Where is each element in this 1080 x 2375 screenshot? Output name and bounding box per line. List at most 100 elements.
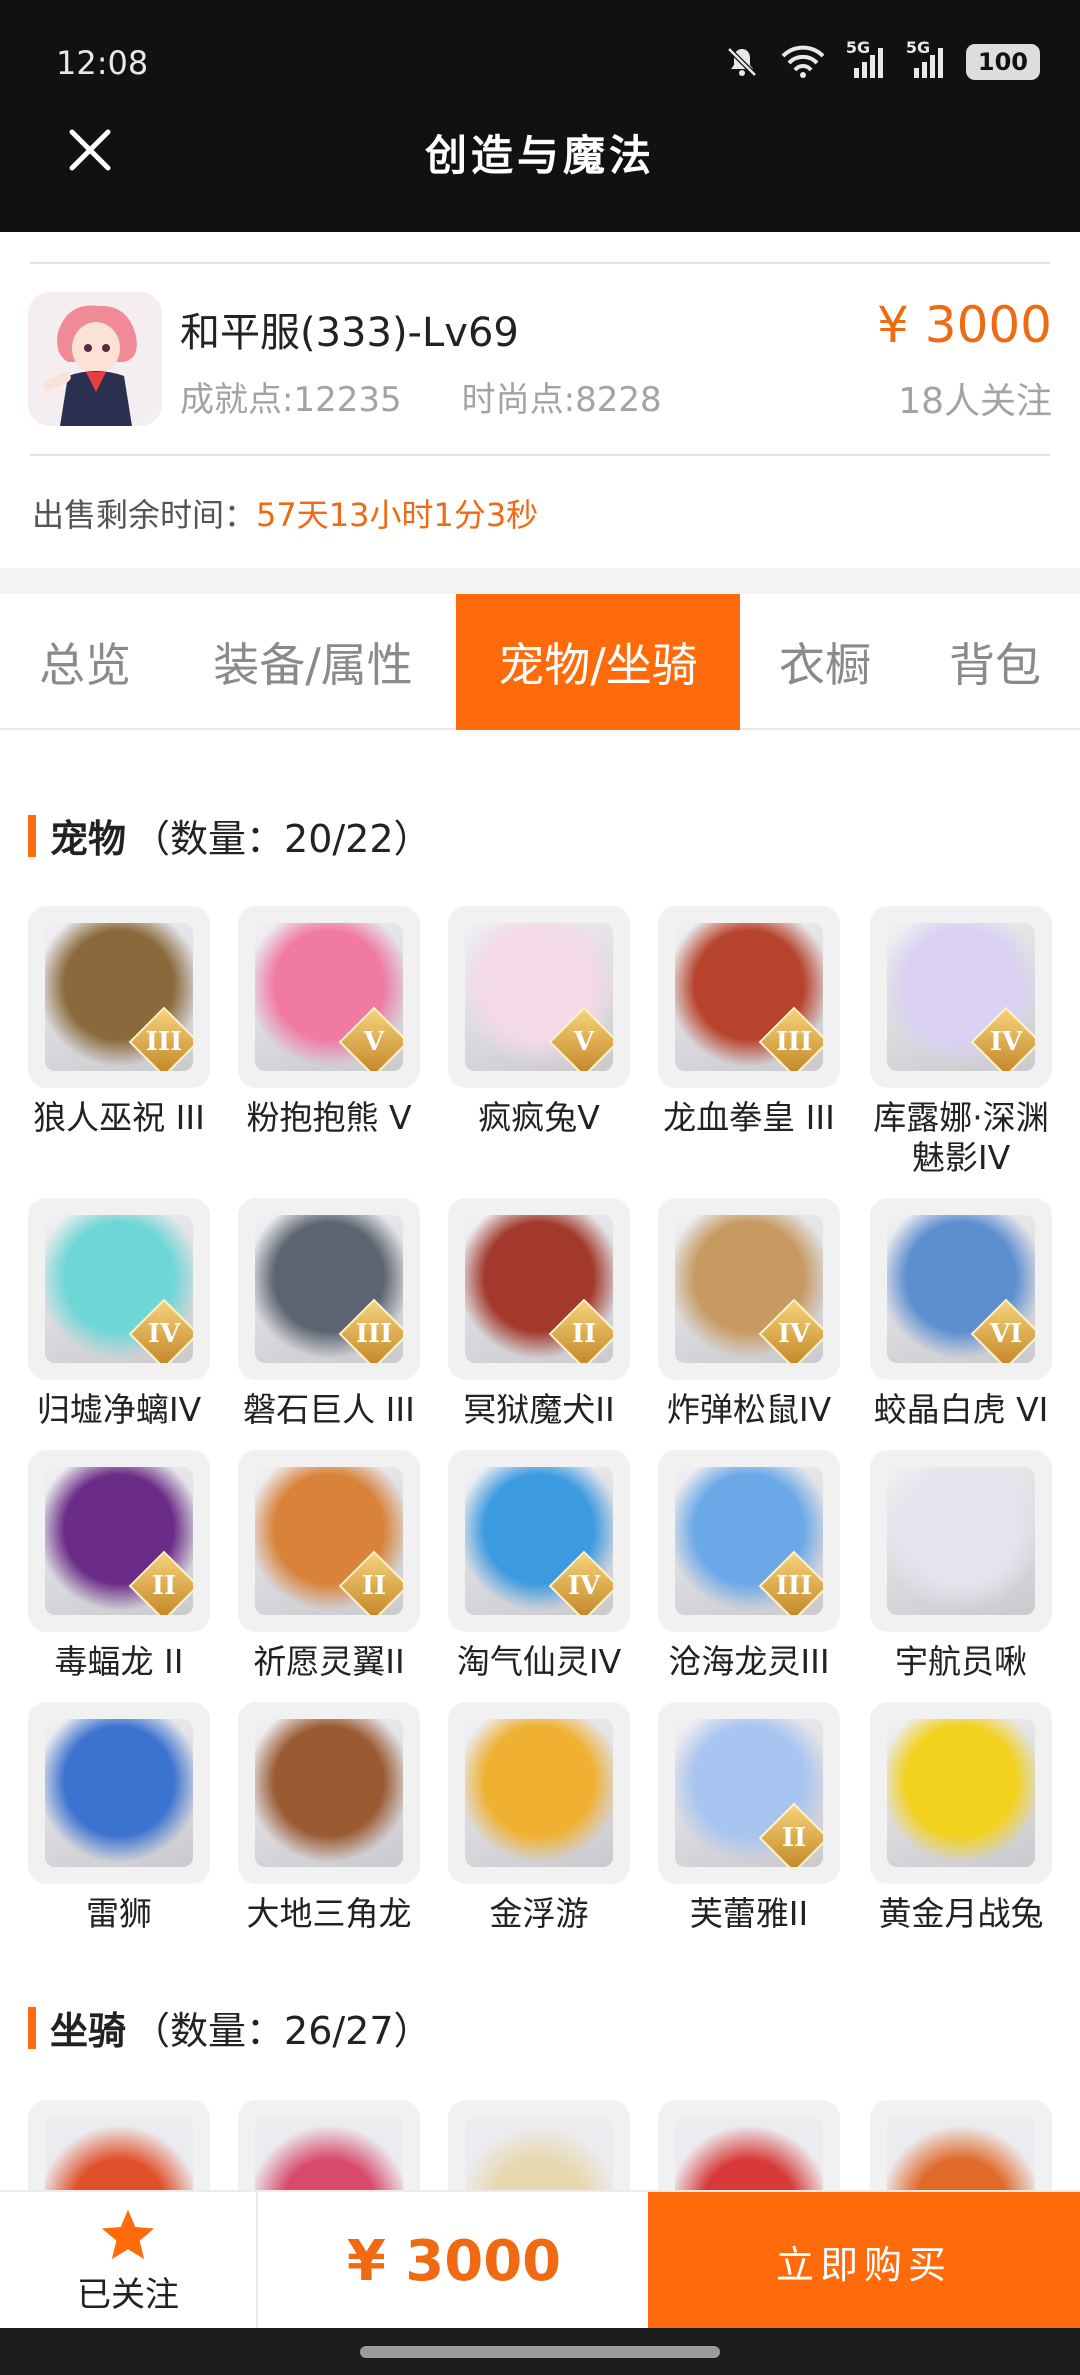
- home-gesture-bar[interactable]: [360, 2346, 720, 2358]
- tier-badge-text: II: [781, 1823, 807, 1853]
- pet-thumbnail: [448, 1702, 630, 1884]
- pet-thumbnail: III: [238, 1198, 420, 1380]
- status-icons: 5G 5G 100: [724, 38, 1040, 84]
- pet-name: 冥狱魔犬II: [463, 1390, 615, 1429]
- pet-card[interactable]: V 疯疯兔V: [448, 906, 630, 1138]
- pet-image: [465, 1719, 613, 1867]
- pet-card[interactable]: IV 库露娜·深渊魅影IV: [870, 906, 1052, 1178]
- pet-thumbnail: IV: [658, 1198, 840, 1380]
- pet-name: 龙血拳皇 III: [663, 1098, 835, 1137]
- pet-thumbnail: IV: [448, 1450, 630, 1632]
- pet-thumbnail: IV: [28, 1198, 210, 1380]
- pet-card[interactable]: II 冥狱魔犬II: [448, 1198, 630, 1430]
- tab-overview[interactable]: 总览: [0, 594, 170, 730]
- tab-equipment[interactable]: 装备/属性: [170, 594, 456, 730]
- pet-thumbnail: IV: [870, 906, 1052, 1088]
- pet-name: 归墟净螭IV: [36, 1390, 202, 1429]
- pet-image: [887, 1467, 1035, 1615]
- pet-thumbnail: [870, 1702, 1052, 1884]
- tier-badge-text: II: [571, 1319, 597, 1349]
- pet-name: 库露娜·深渊魅影IV: [873, 1098, 1049, 1177]
- tier-badge-text: IV: [777, 1319, 811, 1349]
- pet-name: 宇航员啾: [895, 1642, 1027, 1681]
- pet-image: IV: [887, 923, 1035, 1071]
- tier-badge-text: II: [151, 1571, 177, 1601]
- remaining-value: 57天13小时1分3秒: [256, 496, 539, 534]
- pet-image: IV: [45, 1215, 193, 1363]
- pet-card[interactable]: II 芙蕾雅II: [658, 1702, 840, 1934]
- pet-name: 雷狮: [86, 1894, 152, 1933]
- tier-badge-text: V: [573, 1027, 595, 1057]
- battery-icon: 100: [965, 44, 1040, 80]
- pet-card[interactable]: III 沧海龙灵III: [658, 1450, 840, 1682]
- pet-card[interactable]: III 龙血拳皇 III: [658, 906, 840, 1138]
- pet-thumbnail: II: [658, 1702, 840, 1884]
- pet-image: [45, 1719, 193, 1867]
- pet-card[interactable]: 雷狮: [28, 1702, 210, 1934]
- buy-now-button[interactable]: 立即购买: [648, 2192, 1080, 2330]
- pet-name: 炸弹松鼠IV: [666, 1390, 832, 1429]
- pet-card[interactable]: IV 淘气仙灵IV: [448, 1450, 630, 1682]
- pet-card[interactable]: V 粉抱抱熊 V: [238, 906, 420, 1138]
- pet-card[interactable]: II 毒蝠龙 II: [28, 1450, 210, 1682]
- section-gap: [0, 568, 1080, 594]
- pet-card[interactable]: 金浮游: [448, 1702, 630, 1934]
- pet-card[interactable]: III 磐石巨人 III: [238, 1198, 420, 1430]
- pet-thumbnail: II: [28, 1450, 210, 1632]
- pet-name: 祈愿灵翼II: [253, 1642, 405, 1681]
- tab-pets-mounts[interactable]: 宠物/坐骑: [456, 594, 740, 730]
- pet-card[interactable]: III 狼人巫祝 III: [28, 906, 210, 1138]
- signal-5g-icon: 5G: [906, 38, 946, 80]
- pet-name: 疯疯兔V: [478, 1098, 600, 1137]
- follow-label: 已关注: [77, 2274, 179, 2315]
- pet-thumbnail: V: [448, 906, 630, 1088]
- section-count: （数量：20/22）: [132, 817, 432, 861]
- section-marker: [28, 814, 36, 857]
- follower-count: 18人关注: [898, 381, 1052, 422]
- pet-image: III: [675, 1467, 823, 1615]
- pet-image: II: [675, 1719, 823, 1867]
- pet-card[interactable]: VI 蛟晶白虎 VI: [870, 1198, 1052, 1430]
- pet-card[interactable]: IV 归墟净螭IV: [28, 1198, 210, 1430]
- pet-thumbnail: [870, 1450, 1052, 1632]
- pet-thumbnail: V: [238, 906, 420, 1088]
- pet-name: 大地三角龙: [246, 1894, 412, 1933]
- tab-backpack[interactable]: 背包: [910, 594, 1080, 730]
- mute-icon: [724, 44, 760, 80]
- pet-image: II: [45, 1467, 193, 1615]
- bottom-action-bar: 已关注 ¥ 3000 立即购买: [0, 2190, 1080, 2330]
- pet-thumbnail: III: [28, 906, 210, 1088]
- pet-image: II: [465, 1215, 613, 1363]
- pet-card[interactable]: 大地三角龙: [238, 1702, 420, 1934]
- pet-card[interactable]: 黄金月战兔: [870, 1702, 1052, 1934]
- network-label: 5G: [845, 38, 871, 57]
- page-title: 创造与魔法: [424, 131, 655, 180]
- pet-card[interactable]: II 祈愿灵翼II: [238, 1450, 420, 1682]
- section-count: （数量：26/27）: [132, 2009, 432, 2053]
- tab-wardrobe[interactable]: 衣橱: [740, 594, 910, 730]
- pet-image: V: [255, 923, 403, 1071]
- section-title: 宠物: [50, 817, 127, 861]
- pet-name: 芙蕾雅II: [689, 1894, 809, 1933]
- pet-card[interactable]: IV 炸弹松鼠IV: [658, 1198, 840, 1430]
- divider: [30, 262, 1050, 264]
- status-time: 12:08: [56, 44, 149, 82]
- tier-badge-text: III: [775, 1571, 813, 1601]
- sale-remaining-time: 出售剩余时间：57天13小时1分3秒: [32, 490, 538, 536]
- achievement-points: 成就点:12235: [180, 380, 402, 420]
- pet-image: II: [255, 1467, 403, 1615]
- section-marker: [28, 2006, 36, 2049]
- pet-name: 黄金月战兔: [878, 1894, 1044, 1933]
- pet-image: [887, 1719, 1035, 1867]
- remaining-label: 出售剩余时间：: [32, 496, 257, 534]
- pet-thumbnail: III: [658, 1450, 840, 1632]
- pet-thumbnail: III: [658, 906, 840, 1088]
- tier-badge-text: II: [361, 1571, 387, 1601]
- total-price: ¥ 3000: [346, 2228, 562, 2294]
- tier-badge-text: IV: [567, 1571, 601, 1601]
- account-name: 和平服(333)-Lv69: [180, 310, 519, 356]
- pet-image: V: [465, 923, 613, 1071]
- pet-name: 蛟晶白虎 VI: [873, 1390, 1049, 1429]
- pet-card[interactable]: 宇航员啾: [870, 1450, 1052, 1682]
- follow-button[interactable]: 已关注: [0, 2192, 258, 2330]
